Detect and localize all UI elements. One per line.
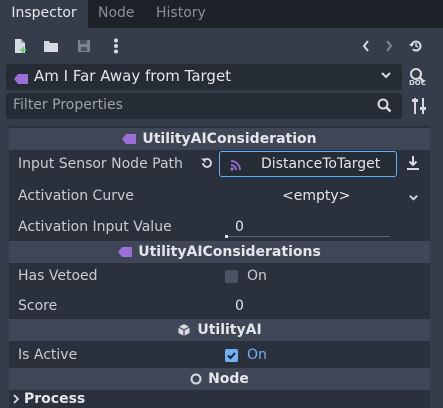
activation-input-slider[interactable]: 0 — [225, 215, 415, 239]
is-active-checkbox-label[interactable]: On — [247, 347, 267, 363]
filter-properties-input[interactable]: Filter Properties — [6, 93, 402, 119]
doc-label: DOC — [409, 79, 426, 87]
property-label-is-active: Is Active — [18, 347, 78, 363]
node-path-value: DistanceToTarget — [261, 156, 381, 172]
history-back-icon[interactable] — [356, 36, 376, 56]
property-label-activation-input: Activation Input Value — [18, 219, 172, 235]
object-history-icon[interactable] — [406, 36, 426, 56]
is-active-checkbox[interactable] — [225, 349, 238, 362]
filter-placeholder: Filter Properties — [13, 97, 123, 113]
property-tools-icon[interactable] — [410, 96, 428, 116]
section-header-node[interactable]: Node — [9, 368, 430, 390]
activation-input-value: 0 — [235, 219, 244, 235]
tab-history[interactable]: History — [156, 0, 206, 28]
section-header-considerations[interactable]: UtilityAIConsiderations — [9, 241, 430, 263]
object-name: Am I Far Away from Target — [34, 67, 232, 85]
dock-tab-bar: Inspector Node History — [0, 0, 443, 28]
class-tag-icon — [122, 134, 137, 144]
open-documentation-button[interactable]: DOC — [408, 66, 430, 88]
section-title: Node — [208, 371, 249, 387]
property-label-has-vetoed: Has Vetoed — [18, 268, 98, 284]
chevron-down-icon[interactable] — [408, 191, 419, 207]
has-vetoed-checkbox-label[interactable]: On — [247, 268, 267, 284]
process-group-header[interactable]: Process — [12, 391, 85, 407]
property-label-score: Score — [18, 298, 58, 314]
history-forward-icon[interactable] — [379, 36, 399, 56]
slider-track — [225, 236, 390, 237]
sensor-node-icon — [230, 159, 244, 175]
checkmark-icon — [227, 352, 236, 360]
node-path-field[interactable]: DistanceToTarget — [219, 151, 397, 177]
section-title: UtilityAIConsideration — [142, 131, 317, 147]
save-icon[interactable] — [74, 36, 94, 56]
assign-node-icon[interactable] — [406, 155, 420, 175]
curve-value[interactable]: <empty> — [282, 188, 350, 204]
slider-grabber — [225, 235, 228, 238]
tab-node[interactable]: Node — [98, 0, 135, 28]
class-tag-icon — [118, 247, 133, 257]
section-header-consideration[interactable]: UtilityAIConsideration — [9, 128, 430, 150]
new-resource-icon[interactable] — [10, 36, 30, 56]
open-folder-icon[interactable] — [41, 36, 61, 56]
property-label-activation-curve: Activation Curve — [18, 188, 134, 204]
revert-icon[interactable] — [200, 156, 214, 174]
node-circle-icon — [190, 373, 202, 385]
tab-inspector[interactable]: Inspector — [0, 0, 88, 28]
inspector-toolbar — [0, 28, 443, 64]
has-vetoed-checkbox[interactable] — [225, 270, 238, 283]
more-options-icon[interactable] — [106, 36, 126, 56]
search-icon — [377, 98, 392, 117]
cube-icon — [178, 324, 191, 336]
chevron-down-icon — [380, 69, 392, 85]
score-value[interactable]: 0 — [235, 298, 244, 314]
section-header-utility-ai[interactable]: UtilityAI — [9, 319, 430, 341]
class-tag-icon — [14, 72, 28, 84]
section-title: UtilityAIConsiderations — [138, 244, 321, 260]
property-label-input-sensor: Input Sensor Node Path — [18, 156, 183, 172]
object-selector[interactable]: Am I Far Away from Target — [6, 64, 402, 90]
chevron-right-icon — [13, 394, 20, 404]
section-title: UtilityAI — [197, 322, 262, 338]
process-group-label: Process — [24, 391, 86, 407]
